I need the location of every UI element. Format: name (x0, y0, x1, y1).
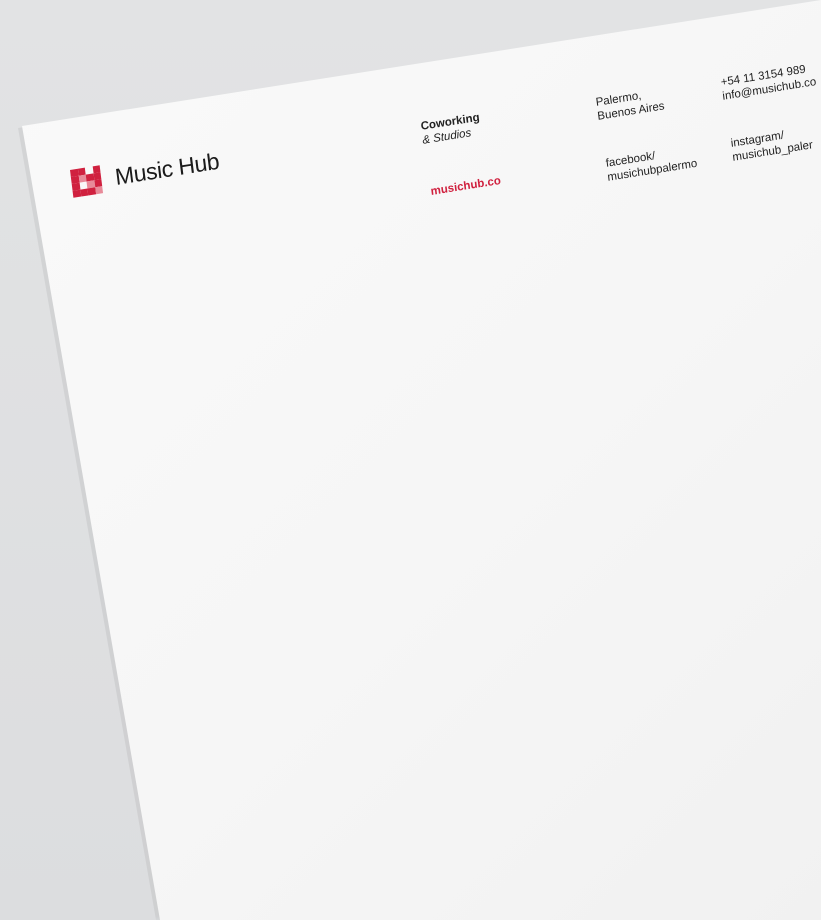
music-hub-logo-icon (70, 165, 104, 198)
mockup-scene: Music Hub Coworking & Studios musichub.c… (0, 0, 821, 920)
letterhead-paper (22, 0, 821, 920)
